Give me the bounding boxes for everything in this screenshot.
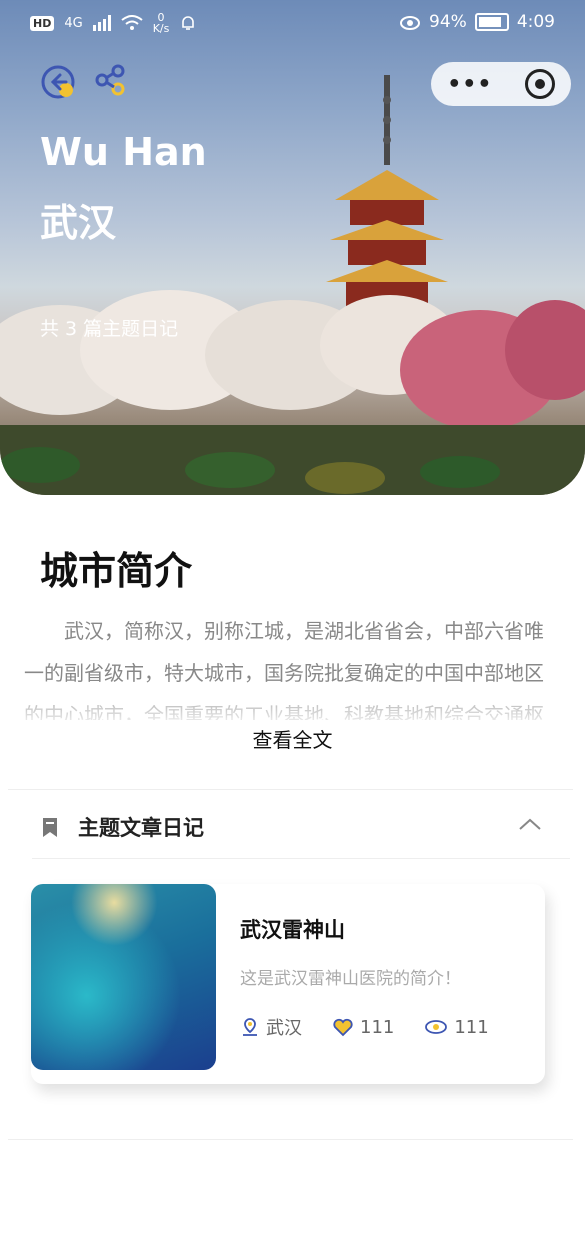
signal-icon [92, 15, 111, 31]
city-title-en: Wu Han [40, 130, 207, 174]
notification-bell-icon [182, 16, 195, 30]
article-card[interactable]: 武汉雷神山 这是武汉雷神山医院的简介！ 武汉 111 111 [31, 884, 545, 1084]
article-thumbnail [31, 884, 216, 1070]
location-meta: 武汉 [240, 1014, 302, 1040]
article-list-title: 主题文章日记 [78, 816, 204, 840]
likes-count: 111 [360, 1016, 395, 1038]
mini-program-capsule: ••• [431, 62, 571, 106]
city-intro-heading: 城市简介 [40, 549, 193, 593]
hd-icon: HD [30, 15, 55, 31]
article-meta: 武汉 111 111 [240, 1014, 489, 1040]
eye-comfort-icon [400, 16, 421, 30]
signal-label: 4G [64, 15, 83, 31]
share-icon[interactable] [92, 62, 128, 98]
intro-fade [0, 680, 585, 730]
eye-icon [425, 1020, 448, 1034]
divider [8, 1139, 573, 1140]
views-meta: 111 [424, 1016, 489, 1038]
clock: 4:09 [516, 12, 555, 32]
hero-banner: HD 4G 0 K/s 94% 4:09 ••• Wu Han 武汉 共 3 篇… [0, 0, 585, 495]
status-bar: HD 4G 0 K/s 94% 4:09 [0, 0, 585, 50]
battery-percent: 94% [429, 12, 467, 32]
likes-meta[interactable]: 111 [332, 1017, 394, 1038]
city-title-cn: 武汉 [40, 201, 117, 245]
location-text: 武汉 [266, 1018, 302, 1039]
read-more-button[interactable]: 查看全文 [0, 724, 585, 753]
back-icon[interactable] [40, 64, 76, 100]
views-count: 111 [454, 1016, 489, 1038]
article-title: 武汉雷神山 [240, 918, 345, 942]
article-description: 这是武汉雷神山医院的简介！ [240, 969, 461, 989]
bookmark-icon [43, 818, 57, 837]
location-icon [243, 1018, 257, 1036]
divider [32, 858, 570, 859]
battery-icon [474, 13, 509, 31]
divider [8, 789, 573, 790]
diary-count: 共 3 篇主题日记 [40, 318, 179, 340]
wifi-icon [121, 15, 143, 30]
chevron-up-icon[interactable] [518, 816, 542, 832]
heart-icon [333, 1018, 353, 1037]
net-speed: 0 K/s [152, 11, 170, 35]
article-list-header[interactable]: 主题文章日记 [40, 812, 550, 842]
more-options-icon[interactable]: ••• [447, 72, 492, 97]
close-mini-program-icon[interactable] [524, 69, 555, 99]
